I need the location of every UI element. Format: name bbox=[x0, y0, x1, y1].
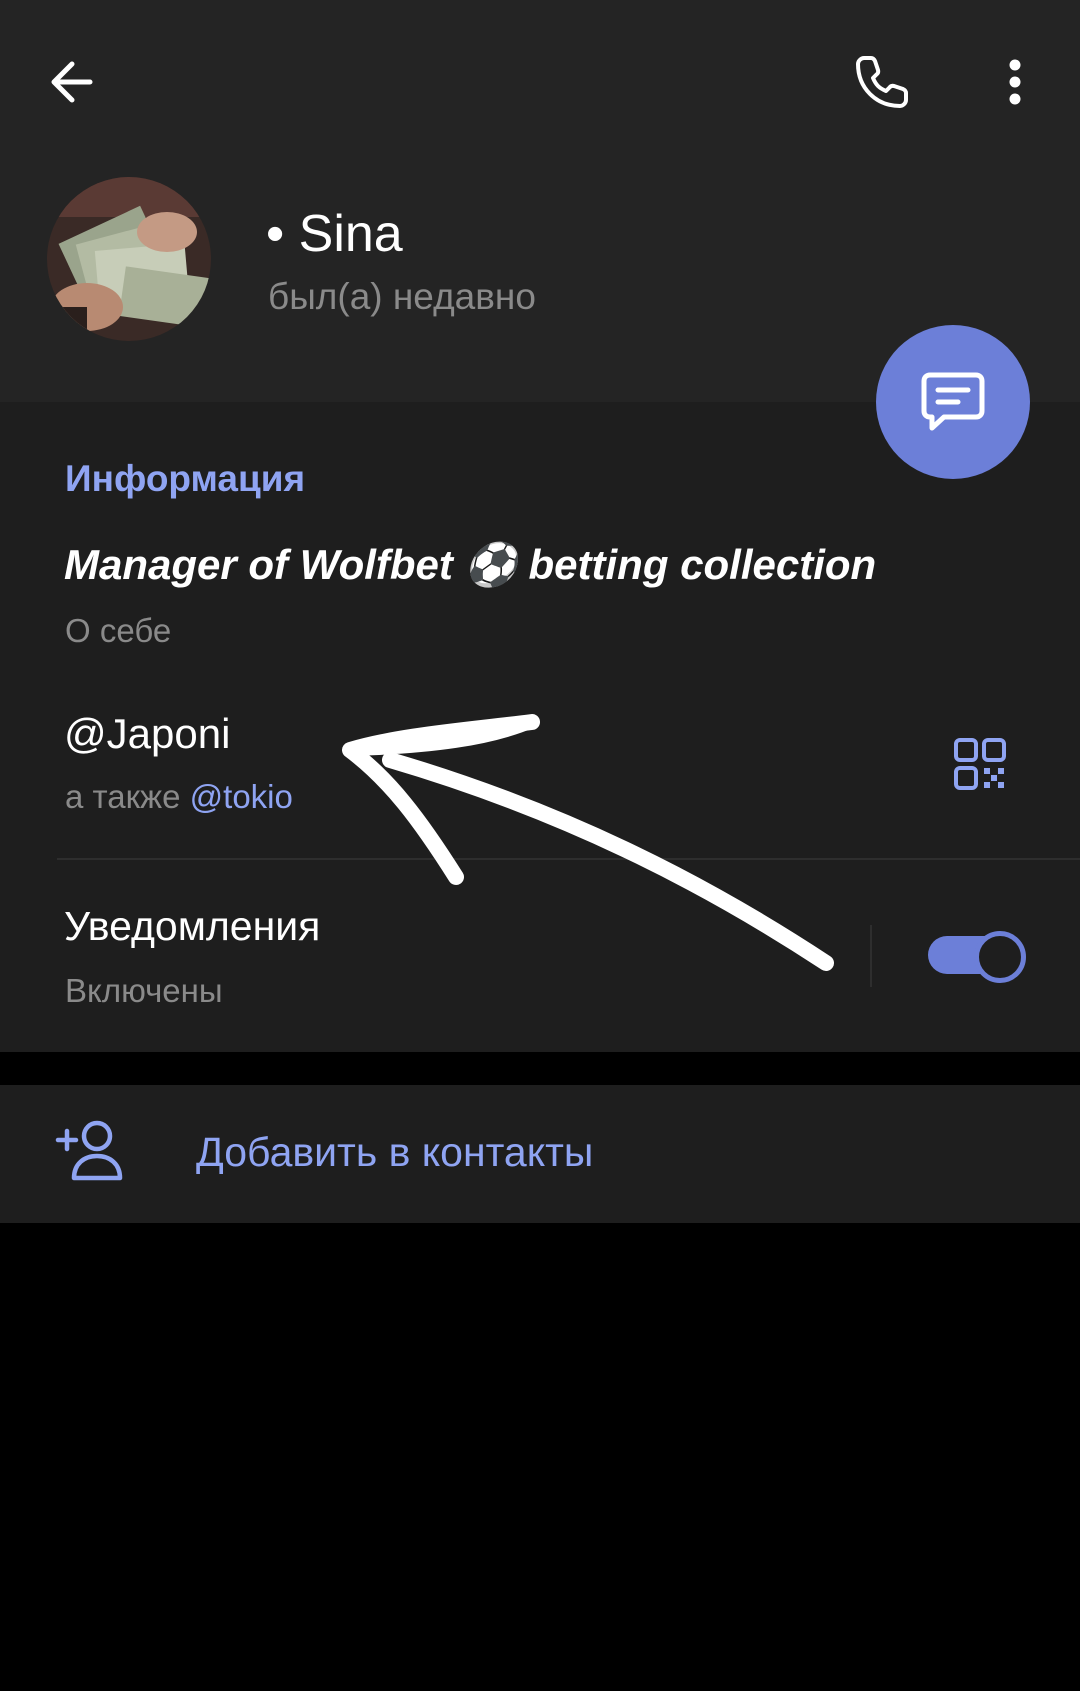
bio-label: О себе bbox=[65, 612, 172, 649]
more-vert-icon bbox=[1009, 59, 1021, 105]
notifications-status: Включены bbox=[65, 972, 223, 1009]
section-title-info: Информация bbox=[65, 458, 306, 499]
more-options-button[interactable] bbox=[990, 50, 1040, 114]
add-contact-label[interactable]: Добавить в контакты bbox=[196, 1129, 593, 1176]
avatar[interactable] bbox=[47, 177, 211, 341]
notifications-title[interactable]: Уведомления bbox=[64, 903, 320, 950]
profile-name: • Sina bbox=[266, 205, 403, 263]
arrow-left-icon bbox=[51, 61, 93, 103]
also-prefix: а также bbox=[65, 778, 190, 815]
call-button[interactable] bbox=[850, 50, 914, 114]
qr-code-button[interactable] bbox=[952, 736, 1008, 792]
toggle-knob bbox=[974, 931, 1026, 983]
last-seen-status: был(а) недавно bbox=[268, 276, 536, 317]
notifications-toggle[interactable] bbox=[928, 927, 1026, 983]
username[interactable]: @Japoni bbox=[64, 710, 230, 758]
also-usernames: а также @tokio bbox=[65, 778, 293, 816]
vertical-divider bbox=[870, 925, 872, 987]
qr-code-icon bbox=[954, 738, 1006, 790]
add-user-icon bbox=[55, 1120, 123, 1181]
add-contact-icon-wrap bbox=[54, 1118, 128, 1182]
bio-text[interactable]: Manager of Wolfbet ⚽ betting collection bbox=[64, 541, 876, 590]
send-message-button[interactable] bbox=[876, 325, 1030, 479]
message-icon bbox=[921, 372, 985, 431]
phone-icon bbox=[856, 56, 908, 108]
divider bbox=[57, 858, 1080, 860]
avatar-photo bbox=[47, 177, 211, 341]
back-button[interactable] bbox=[44, 50, 108, 114]
also-username-link[interactable]: @tokio bbox=[190, 778, 293, 815]
